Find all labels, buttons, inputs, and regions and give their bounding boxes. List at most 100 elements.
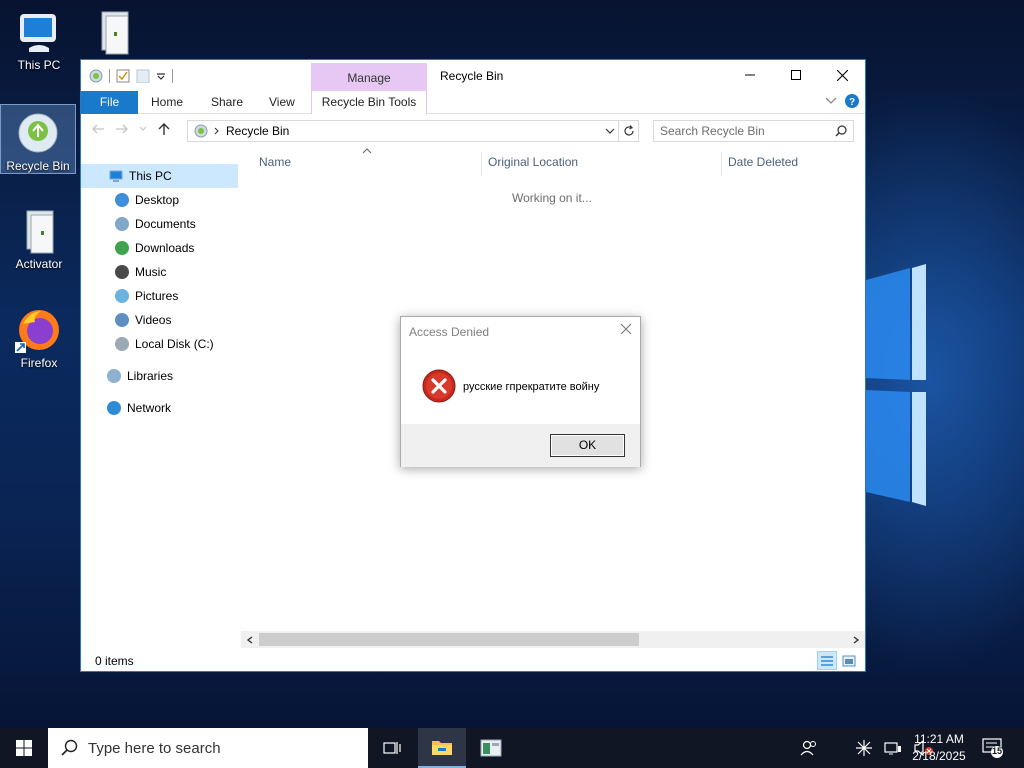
tab-home[interactable]: Home (151, 91, 183, 114)
breadcrumb-separator-icon[interactable] (214, 127, 220, 135)
large-icons-view-icon (842, 655, 856, 666)
tab-share[interactable]: Share (211, 91, 243, 114)
clock-time: 11:21 AM (914, 732, 964, 746)
details-view-button[interactable] (817, 651, 837, 670)
close-button[interactable] (819, 60, 865, 90)
app-window-icon (480, 739, 502, 757)
column-header-date-deleted[interactable]: Date Deleted (728, 152, 798, 176)
ribbon-right-controls: ? (825, 94, 859, 108)
nav-item-documents[interactable]: Documents (81, 212, 196, 236)
desktop-icon-activator[interactable]: Activator (1, 203, 77, 271)
window-title: Recycle Bin (440, 69, 504, 83)
up-arrow-icon[interactable] (157, 122, 171, 136)
address-bar[interactable]: Recycle Bin (187, 120, 639, 142)
music-folder-icon (115, 265, 129, 279)
details-view-icon (821, 655, 833, 666)
network-status-icon[interactable] (884, 740, 902, 756)
nav-item-this-pc[interactable]: This PC (81, 164, 238, 188)
tab-file[interactable]: File (81, 91, 138, 114)
taskbar-search-input[interactable]: Type here to search (88, 740, 221, 757)
nav-item-downloads[interactable]: Downloads (81, 236, 194, 260)
desktop-icon-label: This PC (17, 58, 61, 72)
this-pc-icon (109, 170, 123, 182)
file-icon (101, 11, 129, 55)
brightness-icon[interactable] (856, 740, 872, 756)
navigation-pane: This PC Desktop Documents Downloads Musi… (81, 164, 238, 650)
chevron-left-icon (247, 635, 253, 644)
action-center-button[interactable]: 15 (982, 738, 1004, 761)
task-view-button[interactable] (368, 728, 416, 768)
maximize-button[interactable] (773, 60, 819, 90)
column-divider[interactable] (721, 152, 722, 176)
recycle-bin-small-icon (194, 124, 208, 138)
local-disk-icon (115, 337, 129, 351)
desktop-icon-label: Activator (15, 257, 63, 271)
desktop-icon-recycle-bin[interactable]: Recycle Bin (0, 104, 76, 174)
nav-item-libraries[interactable]: Libraries (81, 364, 173, 388)
customize-qat-chevron-icon[interactable] (156, 71, 166, 81)
taskbar-search-box[interactable]: Type here to search (48, 728, 368, 768)
new-folder-icon[interactable] (136, 69, 150, 83)
desktop-icon-firefox[interactable]: Firefox (1, 302, 77, 370)
videos-folder-icon (115, 313, 129, 327)
people-icon[interactable] (800, 739, 818, 757)
ok-button[interactable]: OK (550, 434, 625, 457)
recent-locations-chevron-icon[interactable] (139, 125, 147, 133)
scroll-right-button[interactable] (849, 633, 863, 646)
status-bar: 0 items (81, 650, 865, 672)
ribbon-tabs: File Home Share View Recycle Bin Tools ? (81, 91, 865, 114)
file-icon (26, 210, 54, 254)
scrollbar-thumb[interactable] (259, 633, 639, 646)
taskbar-file-explorer[interactable] (418, 728, 466, 768)
nav-item-videos[interactable]: Videos (81, 308, 171, 332)
window-controls (727, 60, 865, 90)
nav-item-label: Local Disk (C:) (135, 337, 214, 351)
search-input[interactable]: Search Recycle Bin (660, 124, 765, 138)
file-explorer-icon (432, 741, 452, 755)
desktop-icon-file[interactable] (76, 4, 152, 58)
search-icon (61, 739, 78, 756)
horizontal-scrollbar[interactable] (241, 631, 865, 648)
task-view-icon (383, 742, 401, 754)
nav-item-label: Network (127, 401, 172, 415)
nav-item-music[interactable]: Music (81, 260, 166, 284)
tab-view[interactable]: View (269, 91, 295, 114)
downloads-folder-icon (115, 241, 129, 255)
search-box[interactable]: Search Recycle Bin (653, 120, 854, 142)
expand-ribbon-chevron-icon[interactable] (825, 96, 837, 106)
minimize-button[interactable] (727, 60, 773, 90)
nav-item-label: Desktop (135, 193, 180, 207)
svg-text:?: ? (849, 97, 855, 108)
nav-item-label: Videos (135, 313, 172, 327)
taskbar-app-window[interactable] (467, 728, 515, 768)
nav-item-network[interactable]: Network (81, 396, 171, 420)
refresh-button[interactable] (618, 121, 638, 141)
column-header-original-location[interactable]: Original Location (488, 152, 578, 176)
clock[interactable]: 11:21 AM 2/18/2025 (905, 731, 973, 765)
divider (172, 69, 173, 83)
nav-item-label: Music (135, 265, 167, 279)
scroll-left-button[interactable] (243, 633, 257, 646)
nav-item-label: Downloads (135, 241, 195, 255)
large-icons-view-button[interactable] (839, 651, 859, 670)
forward-arrow-icon[interactable] (115, 123, 129, 135)
tab-recycle-bin-tools[interactable]: Recycle Bin Tools (311, 91, 427, 114)
help-icon[interactable]: ? (845, 94, 859, 108)
nav-item-local-disk[interactable]: Local Disk (C:) (81, 332, 214, 356)
properties-icon[interactable] (116, 69, 130, 83)
nav-item-desktop[interactable]: Desktop (81, 188, 179, 212)
address-history-dropdown[interactable] (602, 121, 618, 141)
back-arrow-icon[interactable] (91, 123, 105, 135)
breadcrumb-item[interactable]: Recycle Bin (226, 124, 289, 138)
pictures-folder-icon (115, 289, 129, 303)
column-divider[interactable] (481, 152, 482, 176)
desktop-icon-this-pc[interactable]: This PC (1, 4, 77, 72)
chevron-right-icon (853, 635, 859, 644)
dialog-close-button[interactable] (620, 323, 632, 338)
nav-item-pictures[interactable]: Pictures (81, 284, 178, 308)
view-switcher (817, 651, 859, 670)
manage-contextual-tab[interactable]: Manage (311, 63, 427, 92)
access-denied-dialog: Access Denied русские гпрекратите войну … (400, 316, 641, 467)
column-header-name[interactable]: Name (259, 152, 291, 176)
start-button[interactable] (0, 728, 48, 768)
